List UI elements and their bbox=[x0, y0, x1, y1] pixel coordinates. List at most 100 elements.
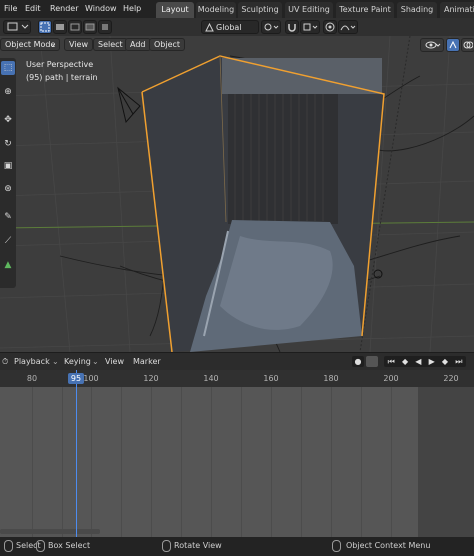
tab-animation[interactable]: Animati bbox=[440, 2, 474, 18]
playback-chevron-icon: ⌄ bbox=[52, 357, 59, 366]
measure-tool-icon[interactable]: ⟋ bbox=[1, 234, 15, 248]
jump-end-icon[interactable]: ⏭ bbox=[455, 357, 462, 367]
select-subtract-icon bbox=[70, 23, 80, 31]
gizmo-toggle[interactable] bbox=[446, 38, 460, 52]
grid-line bbox=[361, 387, 362, 537]
rotate-tool-icon[interactable]: ↻ bbox=[1, 137, 15, 151]
middle-mouse-icon bbox=[162, 540, 171, 552]
top-menu-bar: File Edit Render Window Help Layout Mode… bbox=[0, 0, 474, 18]
editor-type-icon bbox=[7, 22, 29, 31]
grid-line bbox=[32, 387, 33, 537]
overlay-icon bbox=[463, 41, 474, 49]
select-extend-button[interactable] bbox=[53, 20, 67, 34]
current-frame-line[interactable] bbox=[76, 370, 77, 537]
playback-dropdown[interactable]: Playback bbox=[14, 355, 50, 368]
select-box-tool-icon[interactable]: ⬚ bbox=[1, 61, 15, 75]
frame-tick: 220 bbox=[443, 374, 459, 383]
menu-file[interactable]: File bbox=[4, 4, 17, 13]
proportional-edit-toggle[interactable] bbox=[323, 20, 337, 34]
play-icon[interactable]: ▶ bbox=[429, 357, 435, 366]
viewport-header: Object Mode ⌄ View Select Add Object bbox=[0, 36, 474, 54]
right-mouse-icon bbox=[332, 540, 341, 552]
select-intersect-button[interactable] bbox=[98, 20, 112, 34]
editor-type-dropdown[interactable] bbox=[3, 20, 31, 34]
proportional-falloff-dropdown[interactable] bbox=[338, 20, 358, 34]
status-context-menu: Object Context Menu bbox=[346, 541, 431, 550]
tab-texture-paint[interactable]: Texture Paint bbox=[336, 2, 394, 18]
grid-line bbox=[391, 387, 392, 537]
tab-layout[interactable]: Layout bbox=[156, 2, 194, 18]
snap-target-dropdown[interactable] bbox=[300, 20, 320, 34]
select-extend-icon bbox=[56, 24, 64, 30]
jump-start-icon[interactable]: ⏮ bbox=[388, 357, 395, 367]
timeline-scrollbar[interactable] bbox=[0, 529, 100, 534]
menu-object[interactable]: Object bbox=[149, 38, 186, 51]
next-keyframe-icon[interactable]: ◆ bbox=[442, 357, 448, 366]
timeline-view-menu[interactable]: View bbox=[105, 355, 124, 368]
prev-keyframe-icon[interactable]: ◆ bbox=[402, 357, 408, 366]
frame-tick: 160 bbox=[263, 374, 279, 383]
timeline-area[interactable] bbox=[0, 387, 474, 537]
chevron-down-icon: ⌄ bbox=[49, 40, 56, 49]
magnet-icon bbox=[288, 24, 296, 32]
frame-tick: 120 bbox=[143, 374, 159, 383]
cursor-tool-icon[interactable]: ⊕ bbox=[1, 85, 15, 99]
grid-line bbox=[271, 387, 272, 537]
menu-render[interactable]: Render bbox=[50, 4, 78, 13]
left-mouse-icon bbox=[4, 540, 13, 552]
transform-orientation-dropdown[interactable]: Global bbox=[201, 20, 259, 34]
auto-keying-toggle[interactable] bbox=[366, 356, 378, 367]
menu-edit[interactable]: Edit bbox=[25, 4, 41, 13]
tab-sculpting[interactable]: Sculpting bbox=[238, 2, 282, 18]
keying-dropdown[interactable]: Keying bbox=[64, 355, 91, 368]
pivot-point-dropdown[interactable] bbox=[261, 20, 281, 34]
select-subtract-button[interactable] bbox=[68, 20, 82, 34]
3d-viewport[interactable]: Object Mode ⌄ View Select Add Object Use… bbox=[0, 36, 474, 352]
play-reverse-icon[interactable]: ◀ bbox=[415, 357, 421, 366]
left-mouse-drag-icon bbox=[36, 540, 45, 552]
snap-target-icon bbox=[303, 23, 318, 31]
overlay-toggle[interactable] bbox=[461, 38, 474, 52]
playback-controls: ⏮ ◆ ◀ ▶ ◆ ⏭ bbox=[384, 356, 466, 367]
grid-line bbox=[331, 387, 332, 537]
grid-line bbox=[241, 387, 242, 537]
proportional-edit-icon bbox=[325, 22, 335, 32]
menu-add[interactable]: Add bbox=[125, 38, 151, 51]
record-button[interactable]: ● bbox=[352, 356, 364, 367]
tab-uv-editing[interactable]: UV Editing bbox=[285, 2, 333, 18]
menu-help[interactable]: Help bbox=[123, 4, 141, 13]
menu-select[interactable]: Select bbox=[93, 38, 128, 51]
tab-shading[interactable]: Shading bbox=[397, 2, 437, 18]
header-toolbar: Global bbox=[0, 18, 474, 36]
select-box-mode-button[interactable] bbox=[38, 20, 52, 34]
frame-range-end-shade bbox=[418, 387, 474, 537]
transform-tool-icon[interactable]: ⊛ bbox=[1, 182, 15, 196]
grid-line bbox=[62, 387, 63, 537]
select-invert-button[interactable] bbox=[83, 20, 97, 34]
grid-line bbox=[91, 387, 92, 537]
scale-tool-icon[interactable]: ▣ bbox=[1, 159, 15, 173]
view-perspective-label: User Perspective bbox=[26, 60, 94, 69]
add-cube-tool-icon[interactable]: ▲ bbox=[1, 258, 15, 272]
mode-dropdown[interactable]: Object Mode ⌄ bbox=[0, 38, 60, 51]
current-frame-indicator[interactable]: 95 bbox=[68, 373, 84, 384]
timeline-marker-menu[interactable]: Marker bbox=[133, 355, 161, 368]
active-object-label: (95) path | terrain bbox=[26, 73, 98, 82]
visibility-dropdown[interactable] bbox=[420, 38, 444, 52]
editor-type-clock-icon[interactable]: ⏱ bbox=[2, 355, 10, 368]
snap-toggle[interactable] bbox=[285, 20, 299, 34]
tool-shelf: ⬚ ⊕ ✥ ↻ ▣ ⊛ ✎ ⟋ ▲ bbox=[0, 58, 16, 288]
annotate-tool-icon[interactable]: ✎ bbox=[1, 210, 15, 224]
tab-modeling[interactable]: Modeling bbox=[196, 2, 236, 18]
mode-label: Object Mode bbox=[5, 40, 56, 49]
menu-window[interactable]: Window bbox=[85, 4, 117, 13]
viewport-scene bbox=[0, 36, 474, 352]
menu-view[interactable]: View bbox=[64, 38, 93, 51]
pivot-point-icon bbox=[264, 23, 279, 31]
frame-tick: 100 bbox=[83, 374, 99, 383]
grid-line bbox=[211, 387, 212, 537]
frame-tick: 140 bbox=[203, 374, 219, 383]
eye-icon bbox=[425, 41, 441, 49]
orientation-label: Global bbox=[216, 23, 242, 32]
move-tool-icon[interactable]: ✥ bbox=[1, 113, 15, 127]
